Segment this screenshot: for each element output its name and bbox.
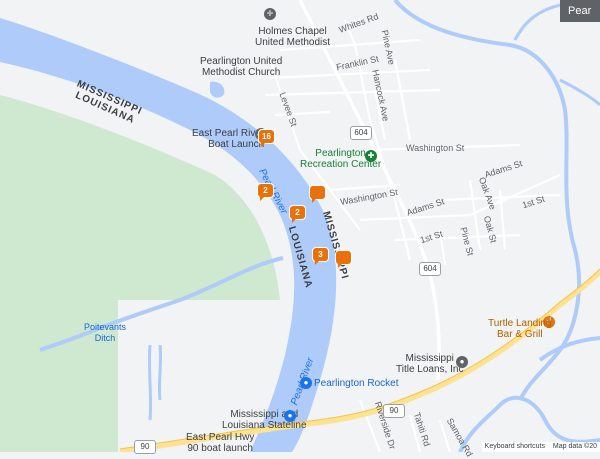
listing-marker-a[interactable] bbox=[310, 186, 325, 203]
keyboard-shortcuts-link[interactable]: Keyboard shortcuts bbox=[482, 443, 548, 450]
cluster-marker-3[interactable]: 3 bbox=[313, 248, 328, 265]
title-loans-pin-icon: ● bbox=[456, 356, 468, 368]
route-604-shield-top: 604 bbox=[350, 126, 372, 140]
cluster-marker-2b[interactable]: 2 bbox=[290, 206, 305, 223]
label-pearlington-umc[interactable]: Pearlington United Methodist Church bbox=[200, 56, 282, 78]
cluster-marker-16[interactable]: 16 bbox=[259, 130, 274, 147]
route-604-shield-bottom: 604 bbox=[419, 262, 441, 276]
label-recreation-center[interactable]: Pearlington Recreation Center bbox=[300, 148, 381, 170]
us-90-shield-mid: 90 bbox=[383, 404, 405, 418]
church-icon: ✛ bbox=[264, 8, 276, 20]
listing-marker-b[interactable] bbox=[336, 251, 351, 268]
cluster-marker-2a[interactable]: 2 bbox=[258, 184, 273, 201]
label-washington-st-east: Washington St bbox=[406, 143, 465, 153]
label-holmes-chapel[interactable]: Holmes Chapel United Methodist bbox=[255, 26, 330, 48]
label-poitevants-ditch: Poitevants Ditch bbox=[84, 322, 127, 343]
label-hwy-90-launch[interactable]: East Pearl Hwy 90 boat launch bbox=[186, 432, 254, 454]
label-turtle-landing[interactable]: Turtle Landing Bar & Grill bbox=[488, 318, 552, 340]
location-button[interactable]: Pear bbox=[560, 0, 600, 22]
map-data-credit[interactable]: Map data ©20 bbox=[550, 443, 600, 450]
label-title-loans[interactable]: Mississippi Title Loans, Inc bbox=[396, 353, 463, 375]
label-boat-launch[interactable]: East Pearl River Boat Launch bbox=[192, 128, 264, 150]
label-pearlington-rocket[interactable]: Pearlington Rocket bbox=[314, 378, 399, 389]
stateline-icon: ● bbox=[284, 410, 296, 422]
map-attribution: Keyboard shortcuts Map data ©20 bbox=[481, 442, 600, 452]
